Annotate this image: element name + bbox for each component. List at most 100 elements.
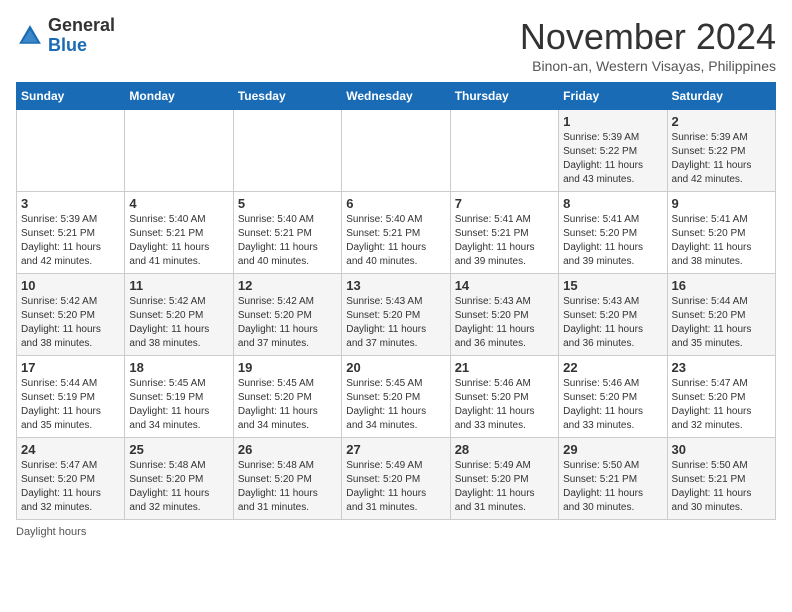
day-number: 16 xyxy=(672,278,771,293)
calendar-cell: 25 Sunrise: 5:48 AM Sunset: 5:20 PM Dayli… xyxy=(125,438,233,520)
day-info: Sunrise: 5:50 AM Sunset: 5:21 PM Dayligh… xyxy=(672,459,771,515)
day-number: 7 xyxy=(455,196,554,211)
calendar-cell: 11 Sunrise: 5:42 AM Sunset: 5:20 PM Dayli… xyxy=(125,274,233,356)
day-number: 13 xyxy=(346,278,445,293)
calendar-table: Sunday Monday Tuesday Wednesday Thursday… xyxy=(16,82,776,520)
col-saturday: Saturday xyxy=(667,83,775,110)
day-info: Sunrise: 5:40 AM Sunset: 5:21 PM Dayligh… xyxy=(238,213,337,269)
calendar-cell: 14 Sunrise: 5:43 AM Sunset: 5:20 PM Dayli… xyxy=(450,274,558,356)
day-info: Sunrise: 5:45 AM Sunset: 5:19 PM Dayligh… xyxy=(129,377,228,433)
day-number: 26 xyxy=(238,442,337,457)
page-header: General Blue November 2024 Binon-an, Wes… xyxy=(16,16,776,74)
day-info: Sunrise: 5:39 AM Sunset: 5:22 PM Dayligh… xyxy=(563,131,662,187)
day-number: 22 xyxy=(563,360,662,375)
calendar-cell: 23Sunrise: 5:47 AM Sunset: 5:20 PM Dayli… xyxy=(667,356,775,438)
calendar-week-3: 17 Sunrise: 5:44 AM Sunset: 5:19 PM Dayli… xyxy=(17,356,776,438)
day-info: Sunrise: 5:46 AM Sunset: 5:20 PM Dayligh… xyxy=(563,377,662,433)
day-number: 19 xyxy=(238,360,337,375)
day-info: Sunrise: 5:48 AM Sunset: 5:20 PM Dayligh… xyxy=(129,459,228,515)
calendar-cell: 8Sunrise: 5:41 AM Sunset: 5:20 PM Daylig… xyxy=(559,192,667,274)
day-info: Sunrise: 5:43 AM Sunset: 5:20 PM Dayligh… xyxy=(455,295,554,351)
calendar-week-4: 24 Sunrise: 5:47 AM Sunset: 5:20 PM Dayli… xyxy=(17,438,776,520)
day-number: 28 xyxy=(455,442,554,457)
calendar-cell: 4 Sunrise: 5:40 AM Sunset: 5:21 PM Daylig… xyxy=(125,192,233,274)
calendar-cell: 17 Sunrise: 5:44 AM Sunset: 5:19 PM Dayli… xyxy=(17,356,125,438)
calendar-cell: 5Sunrise: 5:40 AM Sunset: 5:21 PM Daylig… xyxy=(233,192,341,274)
day-number: 27 xyxy=(346,442,445,457)
day-number: 11 xyxy=(129,278,228,293)
day-info: Sunrise: 5:50 AM Sunset: 5:21 PM Dayligh… xyxy=(563,459,662,515)
day-number: 1 xyxy=(563,114,662,129)
calendar-cell: 20 Sunrise: 5:45 AM Sunset: 5:20 PM Dayli… xyxy=(342,356,450,438)
calendar-cell xyxy=(233,110,341,192)
day-info: Sunrise: 5:44 AM Sunset: 5:19 PM Dayligh… xyxy=(21,377,120,433)
logo-general: General xyxy=(48,16,115,36)
calendar-cell: 16 Sunrise: 5:44 AM Sunset: 5:20 PM Dayli… xyxy=(667,274,775,356)
calendar-cell: 9 Sunrise: 5:41 AM Sunset: 5:20 PM Daylig… xyxy=(667,192,775,274)
day-info: Sunrise: 5:47 AM Sunset: 5:20 PM Dayligh… xyxy=(21,459,120,515)
col-tuesday: Tuesday xyxy=(233,83,341,110)
calendar-cell: 24 Sunrise: 5:47 AM Sunset: 5:20 PM Dayli… xyxy=(17,438,125,520)
day-info: Sunrise: 5:46 AM Sunset: 5:20 PM Dayligh… xyxy=(455,377,554,433)
day-number: 21 xyxy=(455,360,554,375)
day-info: Sunrise: 5:40 AM Sunset: 5:21 PM Dayligh… xyxy=(129,213,228,269)
title-block: November 2024 Binon-an, Western Visayas,… xyxy=(520,16,776,74)
calendar-week-1: 3Sunrise: 5:39 AM Sunset: 5:21 PM Daylig… xyxy=(17,192,776,274)
calendar-cell: 26 Sunrise: 5:48 AM Sunset: 5:20 PM Dayli… xyxy=(233,438,341,520)
day-number: 4 xyxy=(129,196,228,211)
day-info: Sunrise: 5:39 AM Sunset: 5:22 PM Dayligh… xyxy=(672,131,771,187)
col-wednesday: Wednesday xyxy=(342,83,450,110)
day-number: 12 xyxy=(238,278,337,293)
day-info: Sunrise: 5:41 AM Sunset: 5:20 PM Dayligh… xyxy=(672,213,771,269)
day-number: 18 xyxy=(129,360,228,375)
day-number: 3 xyxy=(21,196,120,211)
day-number: 20 xyxy=(346,360,445,375)
day-info: Sunrise: 5:45 AM Sunset: 5:20 PM Dayligh… xyxy=(346,377,445,433)
col-monday: Monday xyxy=(125,83,233,110)
day-info: Sunrise: 5:43 AM Sunset: 5:20 PM Dayligh… xyxy=(563,295,662,351)
calendar-cell: 10Sunrise: 5:42 AM Sunset: 5:20 PM Dayli… xyxy=(17,274,125,356)
calendar-header: Sunday Monday Tuesday Wednesday Thursday… xyxy=(17,83,776,110)
day-number: 6 xyxy=(346,196,445,211)
col-thursday: Thursday xyxy=(450,83,558,110)
day-number: 17 xyxy=(21,360,120,375)
calendar-week-0: 1 Sunrise: 5:39 AM Sunset: 5:22 PM Daylig… xyxy=(17,110,776,192)
month-title: November 2024 xyxy=(520,16,776,58)
calendar-cell: 19 Sunrise: 5:45 AM Sunset: 5:20 PM Dayli… xyxy=(233,356,341,438)
day-info: Sunrise: 5:40 AM Sunset: 5:21 PM Dayligh… xyxy=(346,213,445,269)
day-info: Sunrise: 5:45 AM Sunset: 5:20 PM Dayligh… xyxy=(238,377,337,433)
day-info: Sunrise: 5:42 AM Sunset: 5:20 PM Dayligh… xyxy=(129,295,228,351)
day-number: 8 xyxy=(563,196,662,211)
col-sunday: Sunday xyxy=(17,83,125,110)
day-info: Sunrise: 5:44 AM Sunset: 5:20 PM Dayligh… xyxy=(672,295,771,351)
calendar-cell: 15 Sunrise: 5:43 AM Sunset: 5:20 PM Dayli… xyxy=(559,274,667,356)
daylight-label: Daylight hours xyxy=(16,526,86,538)
day-info: Sunrise: 5:49 AM Sunset: 5:20 PM Dayligh… xyxy=(346,459,445,515)
calendar-cell: 27 Sunrise: 5:49 AM Sunset: 5:20 PM Dayli… xyxy=(342,438,450,520)
calendar-cell: 13Sunrise: 5:43 AM Sunset: 5:20 PM Dayli… xyxy=(342,274,450,356)
col-friday: Friday xyxy=(559,83,667,110)
day-info: Sunrise: 5:47 AM Sunset: 5:20 PM Dayligh… xyxy=(672,377,771,433)
day-info: Sunrise: 5:42 AM Sunset: 5:20 PM Dayligh… xyxy=(238,295,337,351)
header-row: Sunday Monday Tuesday Wednesday Thursday… xyxy=(17,83,776,110)
calendar-cell: 28Sunrise: 5:49 AM Sunset: 5:20 PM Dayli… xyxy=(450,438,558,520)
day-number: 9 xyxy=(672,196,771,211)
day-info: Sunrise: 5:48 AM Sunset: 5:20 PM Dayligh… xyxy=(238,459,337,515)
calendar-cell: 1 Sunrise: 5:39 AM Sunset: 5:22 PM Daylig… xyxy=(559,110,667,192)
footer: Daylight hours xyxy=(16,526,776,538)
calendar-cell: 6 Sunrise: 5:40 AM Sunset: 5:21 PM Daylig… xyxy=(342,192,450,274)
day-number: 14 xyxy=(455,278,554,293)
calendar-week-2: 10Sunrise: 5:42 AM Sunset: 5:20 PM Dayli… xyxy=(17,274,776,356)
day-number: 30 xyxy=(672,442,771,457)
day-number: 2 xyxy=(672,114,771,129)
calendar-cell xyxy=(342,110,450,192)
day-number: 25 xyxy=(129,442,228,457)
day-number: 15 xyxy=(563,278,662,293)
calendar-cell: 21 Sunrise: 5:46 AM Sunset: 5:20 PM Dayli… xyxy=(450,356,558,438)
calendar-cell: 12 Sunrise: 5:42 AM Sunset: 5:20 PM Dayli… xyxy=(233,274,341,356)
calendar-cell: 7Sunrise: 5:41 AM Sunset: 5:21 PM Daylig… xyxy=(450,192,558,274)
calendar-cell xyxy=(450,110,558,192)
calendar-cell xyxy=(17,110,125,192)
day-number: 24 xyxy=(21,442,120,457)
calendar-cell: 2 Sunrise: 5:39 AM Sunset: 5:22 PM Daylig… xyxy=(667,110,775,192)
